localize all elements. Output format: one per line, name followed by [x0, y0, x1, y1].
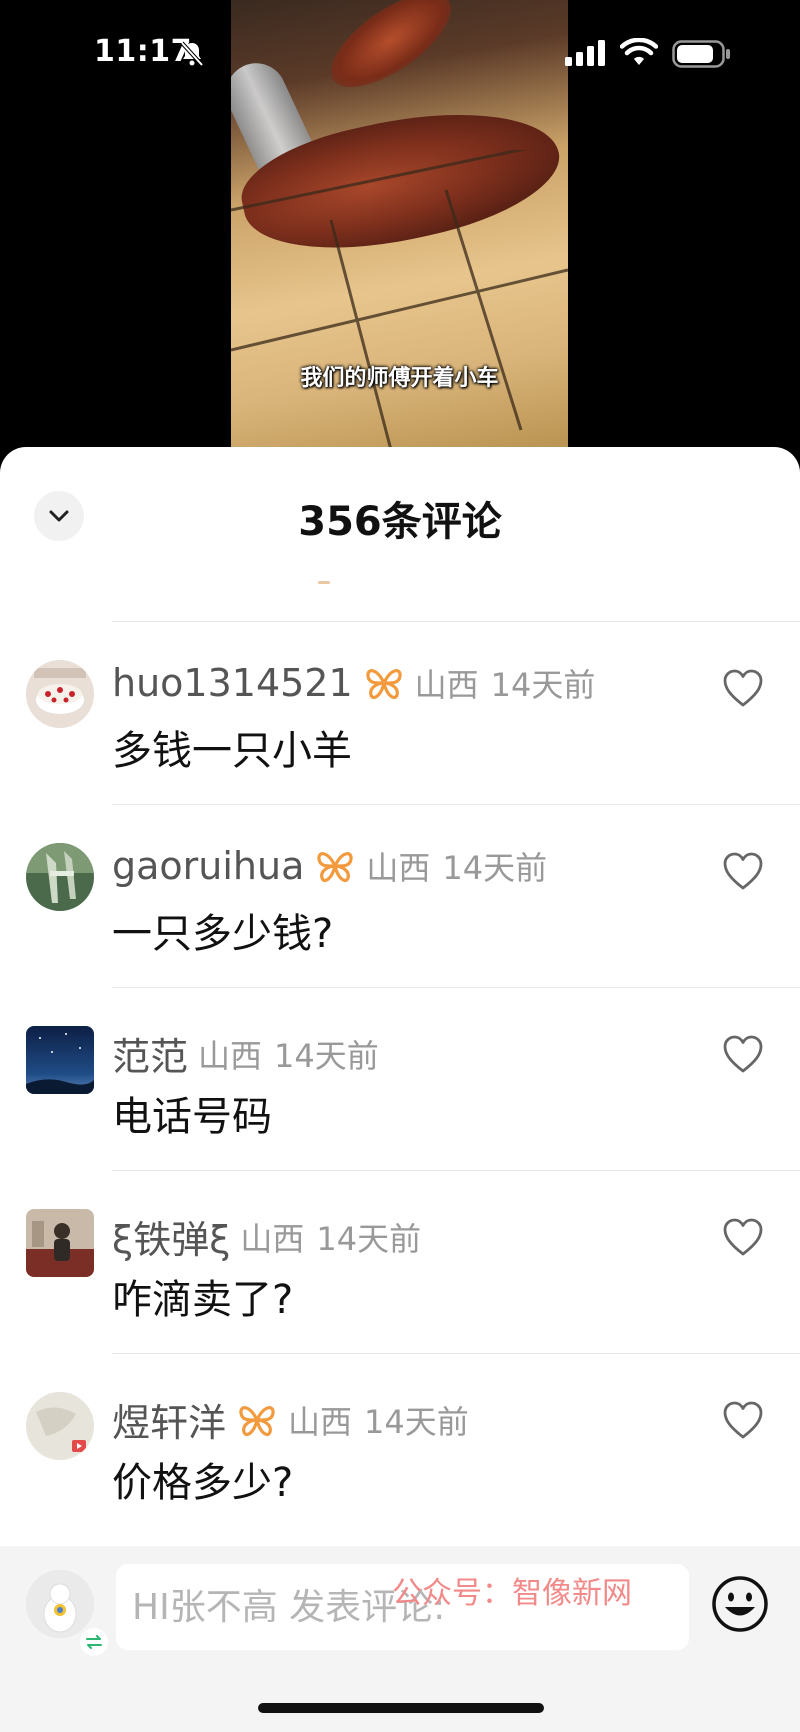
comment-location: 山西 — [366, 849, 431, 887]
comment-item[interactable]: huo1314521 山西 14天前 多钱一只小羊 — [26, 621, 800, 804]
avatar[interactable] — [26, 1026, 94, 1094]
comment-meta: 煜轩洋 山西 14天前 — [112, 1392, 469, 1447]
comment-input-bar: 公众号：智像新网 — [0, 1546, 800, 1732]
avatar[interactable] — [26, 843, 94, 911]
butterfly-badge-icon — [366, 669, 402, 700]
comment-username[interactable]: huo1314521 — [112, 661, 353, 705]
scroll-hint — [318, 581, 330, 584]
cellular-signal-icon — [565, 40, 605, 66]
butterfly-badge-icon — [317, 852, 353, 883]
comment-text: 咋滴卖了? — [112, 1277, 294, 1323]
butterfly-badge-icon — [239, 1405, 275, 1436]
comment-meta: 范范 山西 14天前 — [112, 1026, 379, 1081]
comment-location: 山西 — [414, 666, 479, 704]
heart-outline-icon[interactable] — [722, 668, 764, 708]
home-indicator[interactable] — [258, 1703, 544, 1713]
my-avatar[interactable] — [26, 1570, 94, 1638]
comment-time: 14天前 — [490, 666, 596, 704]
heart-outline-icon[interactable] — [722, 1400, 764, 1440]
comment-location: 山西 — [240, 1219, 305, 1258]
heart-outline-icon[interactable] — [722, 1217, 764, 1257]
wifi-icon — [620, 38, 658, 65]
comment-username[interactable]: 范范 — [112, 1026, 188, 1081]
comment-username[interactable]: ξ铁弹ξ — [112, 1209, 230, 1264]
status-bar: 11:17 — [0, 0, 800, 110]
comment-item[interactable]: gaoruihua 山西 14天前 一只多少钱? — [26, 804, 800, 987]
comment-text: 一只多少钱? — [112, 911, 334, 957]
heart-outline-icon[interactable] — [722, 1034, 764, 1074]
avatar[interactable] — [26, 660, 94, 728]
comment-sheet: 356条评论 huo1314521 山西 14天前 多钱一只小羊 gaoruih… — [0, 447, 800, 1732]
avatar[interactable] — [26, 1392, 94, 1460]
comment-location: 山西 — [288, 1402, 353, 1441]
comment-meta: gaoruihua 山西 14天前 — [112, 843, 547, 889]
comment-time: 14天前 — [442, 849, 548, 887]
heart-outline-icon[interactable] — [722, 851, 764, 891]
comment-time: 14天前 — [364, 1402, 469, 1441]
battery-icon — [672, 40, 730, 68]
comment-time: 14天前 — [316, 1219, 422, 1258]
comment-time: 14天前 — [274, 1036, 379, 1075]
switch-arrows-icon[interactable] — [80, 1628, 108, 1656]
comment-text: 多钱一只小羊 — [112, 728, 352, 774]
watermark: 公众号：智像新网 — [392, 1576, 632, 1611]
bell-off-icon — [180, 41, 204, 67]
comment-item[interactable]: 范范 山西 14天前 电话号码 — [26, 987, 800, 1170]
comment-list[interactable]: huo1314521 山西 14天前 多钱一只小羊 gaoruihua 山西 1… — [0, 621, 800, 1536]
comment-item[interactable]: ξ铁弹ξ 山西 14天前 咋滴卖了? — [26, 1170, 800, 1353]
comment-item[interactable]: 煜轩洋 山西 14天前 价格多少? — [26, 1353, 800, 1536]
comment-username[interactable]: gaoruihua — [112, 844, 304, 888]
avatar[interactable] — [26, 1209, 94, 1277]
video-subtitle: 我们的师傅开着小车 — [300, 366, 499, 391]
comment-text: 电话号码 — [112, 1094, 272, 1140]
comment-text: 价格多少? — [112, 1460, 294, 1506]
video-content-grill — [231, 150, 568, 450]
comment-meta: ξ铁弹ξ 山西 14天前 — [112, 1209, 421, 1264]
comment-location: 山西 — [198, 1036, 263, 1075]
comment-meta: huo1314521 山西 14天前 — [112, 660, 595, 706]
smiley-icon[interactable] — [710, 1574, 770, 1634]
comment-username[interactable]: 煜轩洋 — [112, 1392, 226, 1447]
comment-count-title: 356条评论 — [298, 499, 502, 545]
